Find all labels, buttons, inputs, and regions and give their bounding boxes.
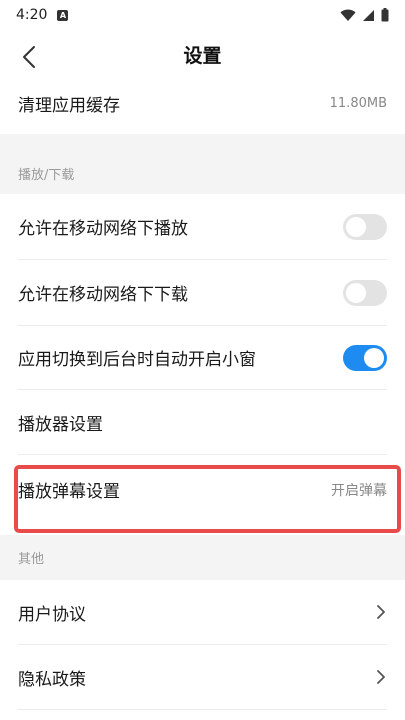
privacy-policy-label: 隐私政策 xyxy=(18,669,86,690)
allow-mobile-download-label: 允许在移动网络下下载 xyxy=(18,285,188,305)
clear-cache-row[interactable]: 清理应用缓存 11.80MB xyxy=(0,82,405,124)
auto-mini-window-toggle[interactable] xyxy=(343,344,387,371)
battery-icon xyxy=(381,8,389,22)
player-settings-row[interactable]: 播放器设置 xyxy=(0,390,405,454)
signal-icon xyxy=(363,9,374,21)
allow-mobile-download-row: 允许在移动网络下下载 xyxy=(0,260,405,325)
privacy-policy-row[interactable]: 隐私政策 xyxy=(0,645,405,709)
auto-mini-window-row: 应用切换到后台时自动开启小窗 xyxy=(0,326,405,389)
user-agreement-row[interactable]: 用户协议 xyxy=(0,580,405,644)
clear-cache-label: 清理应用缓存 xyxy=(18,95,120,116)
divider xyxy=(18,709,387,710)
cache-size-value: 11.80MB xyxy=(329,95,387,111)
top-nav-bar: 设置 xyxy=(0,30,405,82)
section-other-band xyxy=(0,535,405,580)
status-bar: 4:20 A xyxy=(0,0,405,30)
allow-mobile-download-toggle[interactable] xyxy=(343,279,387,306)
section-header-other: 其他 xyxy=(18,552,45,567)
section-header-playback: 播放/下载 xyxy=(18,168,75,183)
status-time: 4:20 xyxy=(16,7,48,23)
allow-mobile-play-toggle[interactable] xyxy=(343,213,387,240)
page-title: 设置 xyxy=(183,45,222,67)
notification-app-icon: A xyxy=(57,9,69,21)
user-agreement-label: 用户协议 xyxy=(18,604,86,625)
chevron-right-icon xyxy=(377,605,385,619)
player-settings-label: 播放器设置 xyxy=(18,414,103,435)
allow-mobile-play-label: 允许在移动网络下播放 xyxy=(18,219,188,239)
auto-mini-window-label: 应用切换到后台时自动开启小窗 xyxy=(18,350,256,370)
wifi-icon xyxy=(340,9,356,21)
highlight-box xyxy=(14,465,401,533)
chevron-right-icon xyxy=(377,670,385,684)
allow-mobile-play-row: 允许在移动网络下播放 xyxy=(0,194,405,259)
